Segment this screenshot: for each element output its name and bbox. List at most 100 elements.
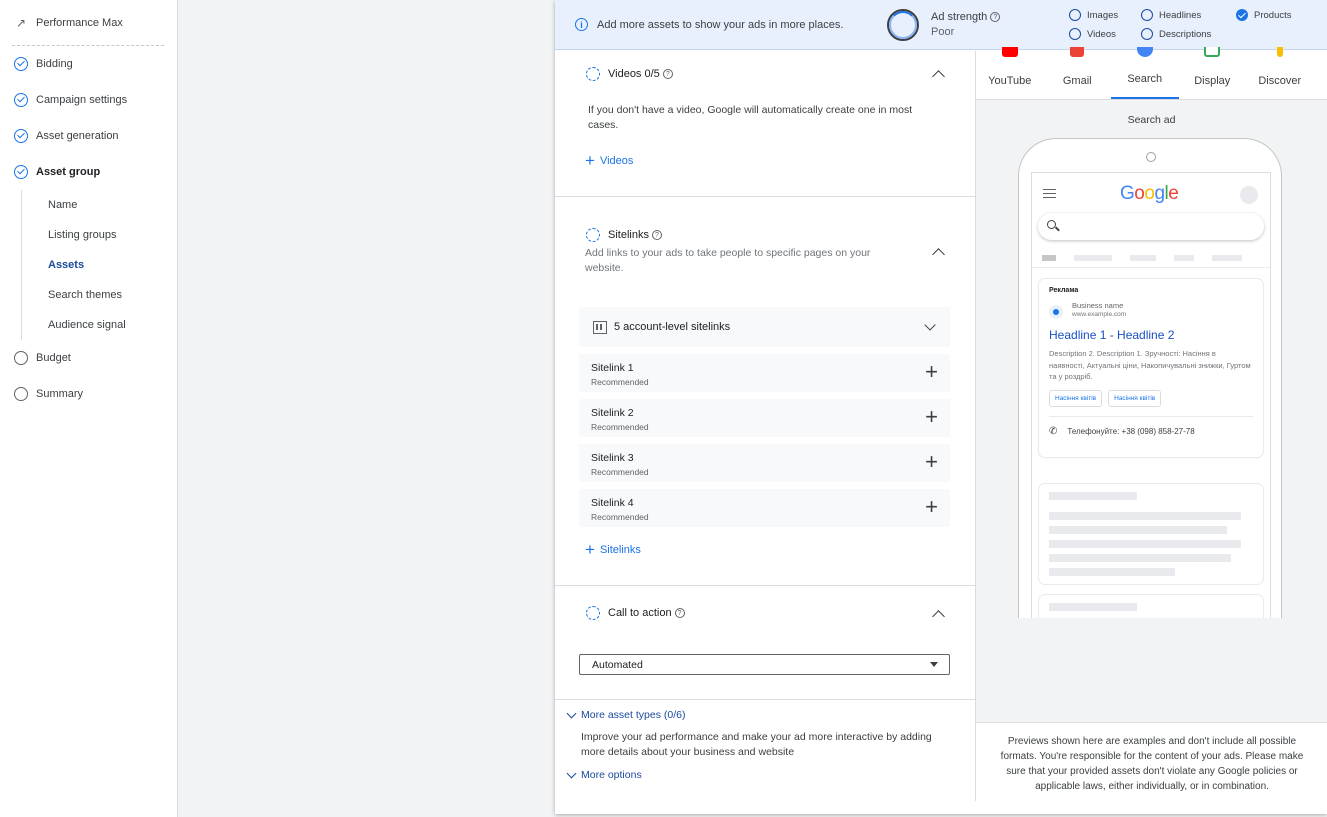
add-videos-button[interactable]: + Videos (585, 152, 634, 169)
sitelink-row: Sitelink 4 Recommended + (579, 489, 950, 527)
cta-selected-value: Automated (592, 658, 643, 671)
help-icon[interactable]: ? (651, 230, 662, 240)
unchecked-circle-icon (1069, 9, 1081, 21)
tab-label: Search (1127, 73, 1163, 85)
subnav-item-search-themes[interactable]: Search themes (22, 280, 177, 310)
collapse-chevron-icon[interactable] (932, 70, 945, 83)
subnav-item-name[interactable]: Name (22, 190, 177, 220)
chevron-down-icon (566, 708, 577, 719)
sitelink-row: Sitelink 1 Recommended + (579, 354, 950, 392)
campaign-type-label: Performance Max (36, 16, 123, 29)
help-icon[interactable]: ? (674, 608, 685, 618)
sitelink-name: Sitelink 3 (591, 452, 634, 464)
sidebar-item-campaign-settings[interactable]: Campaign settings (0, 82, 177, 118)
ad-call: ✆ Телефонуйте: +38 (098) 858-27-78 (1049, 415, 1253, 437)
unchecked-circle-icon (1069, 28, 1081, 40)
sidebar-item-label: Budget (36, 352, 71, 364)
more-section: More asset types (0/6) Improve your ad p… (555, 700, 975, 810)
subnav-item-listing-groups[interactable]: Listing groups (22, 220, 177, 250)
cta-header[interactable]: Call to action ? (586, 606, 685, 620)
account-level-sitelinks[interactable]: 5 account-level sitelinks (579, 307, 950, 347)
help-icon[interactable]: ? (990, 12, 1001, 22)
sidebar-item-asset-group[interactable]: Asset group (0, 154, 177, 190)
collapse-chevron-icon[interactable] (932, 248, 945, 261)
search-icon (1047, 220, 1056, 229)
ad-business: Business name www.example.com (1049, 301, 1253, 319)
tab-search[interactable]: Search (1111, 47, 1179, 99)
account-level-label: 5 account-level sitelinks (614, 321, 731, 333)
progress-dashed-circle-icon (586, 606, 600, 620)
tab-display[interactable]: Display (1179, 47, 1247, 99)
empty-circle-icon (14, 351, 28, 365)
search-ad-card: Реклама Business name www.example.com He… (1039, 279, 1263, 457)
add-sitelink-icon[interactable]: + (925, 406, 938, 428)
sitelink-name: Sitelink 1 (591, 362, 634, 374)
plus-icon: + (585, 540, 595, 559)
ad-business-name: Business name (1072, 301, 1124, 310)
ad-headline: Headline 1 - Headline 2 (1049, 328, 1175, 342)
add-sitelinks-label: Sitelinks (599, 544, 641, 556)
expand-chevron-icon (924, 319, 936, 331)
gmail-icon (1070, 47, 1085, 57)
asset-sections: Videos 0/5 ? If you don't have a video, … (555, 51, 975, 814)
ad-sitelink-chips: Насіння квітів Насіння квітів (1049, 389, 1253, 407)
checklist-descriptions: Descriptions (1141, 28, 1236, 40)
phone-mockup: Google Реклама Business name www.example… (1018, 138, 1282, 618)
sitelinks-header[interactable]: Sitelinks ? (586, 228, 662, 242)
checklist-label: Descriptions (1159, 28, 1212, 40)
sitelink-tag: Recommended (591, 377, 649, 387)
add-videos-label: Videos (599, 155, 634, 167)
unchecked-circle-icon (1141, 9, 1153, 21)
subnav-item-assets[interactable]: Assets (22, 250, 177, 280)
google-search-box (1038, 213, 1264, 240)
phone-icon: ✆ (1049, 425, 1058, 437)
tab-youtube[interactable]: YouTube (976, 47, 1044, 99)
add-sitelink-icon[interactable]: + (925, 451, 938, 473)
collapse-chevron-icon[interactable] (932, 610, 945, 623)
ad-preview-pane: YouTube Gmail Search Display Discover Se… (975, 47, 1327, 802)
videos-header[interactable]: Videos 0/5 ? (586, 67, 673, 81)
ad-strength: Ad strength? Poor (931, 10, 1069, 40)
videos-section: Videos 0/5 ? If you don't have a video, … (555, 51, 975, 197)
avatar (1240, 186, 1258, 204)
banner-info-text: Add more assets to show your ads in more… (597, 18, 844, 31)
subnav-item-audience-signal[interactable]: Audience signal (22, 310, 177, 340)
help-icon[interactable]: ? (662, 69, 673, 79)
preview-title: Search ad (1127, 114, 1176, 126)
asset-group-subnav: Name Listing groups Assets Search themes… (21, 190, 177, 340)
more-asset-types-toggle[interactable]: More asset types (0/6) (565, 708, 686, 721)
sidebar-item-summary[interactable]: Summary (0, 376, 177, 412)
more-options-toggle[interactable]: More options (565, 768, 642, 781)
sidebar-item-bidding[interactable]: Bidding (0, 46, 177, 82)
preview-disclaimer: Previews shown here are examples and don… (976, 722, 1327, 802)
ad-chip: Насіння квітів (1108, 389, 1162, 407)
add-sitelink-icon[interactable]: + (925, 361, 938, 383)
globe-icon (1049, 305, 1063, 319)
sitelink-tag: Recommended (591, 467, 649, 477)
tab-gmail[interactable]: Gmail (1044, 47, 1112, 99)
sidebar-item-label: Summary (36, 388, 84, 400)
sitelink-tag: Recommended (591, 512, 649, 522)
sidebar-nav: ↗ Performance Max Bidding Campaign setti… (0, 0, 178, 817)
ad-strength-label: Ad strength (931, 10, 988, 23)
cta-select[interactable]: Automated (579, 654, 950, 675)
display-icon (1204, 47, 1221, 57)
tab-label: Display (1194, 75, 1231, 87)
tab-discover[interactable]: Discover (1246, 47, 1314, 99)
add-sitelinks-link[interactable]: + Sitelinks (585, 540, 641, 559)
tab-label: Discover (1258, 75, 1302, 87)
cta-title: Call to action (608, 607, 672, 619)
ad-description: Description 2. Description 1. Зручності:… (1049, 349, 1251, 381)
sidebar-item-asset-generation[interactable]: Asset generation (0, 118, 177, 154)
checklist-images: Images (1069, 9, 1141, 21)
add-sitelink-icon[interactable]: + (925, 496, 938, 518)
sidebar-item-budget[interactable]: Budget (0, 340, 177, 376)
call-to-action-section: Call to action ? Automated (555, 586, 975, 700)
more-asset-types-label: More asset types (0/6) (581, 709, 686, 721)
menu-icon (1043, 189, 1056, 198)
campaign-type[interactable]: ↗ Performance Max (12, 0, 164, 46)
ad-url: www.example.com (1072, 311, 1127, 318)
checklist-videos: Videos (1069, 28, 1141, 40)
google-icon (1136, 47, 1153, 57)
discover-icon (1276, 47, 1283, 57)
